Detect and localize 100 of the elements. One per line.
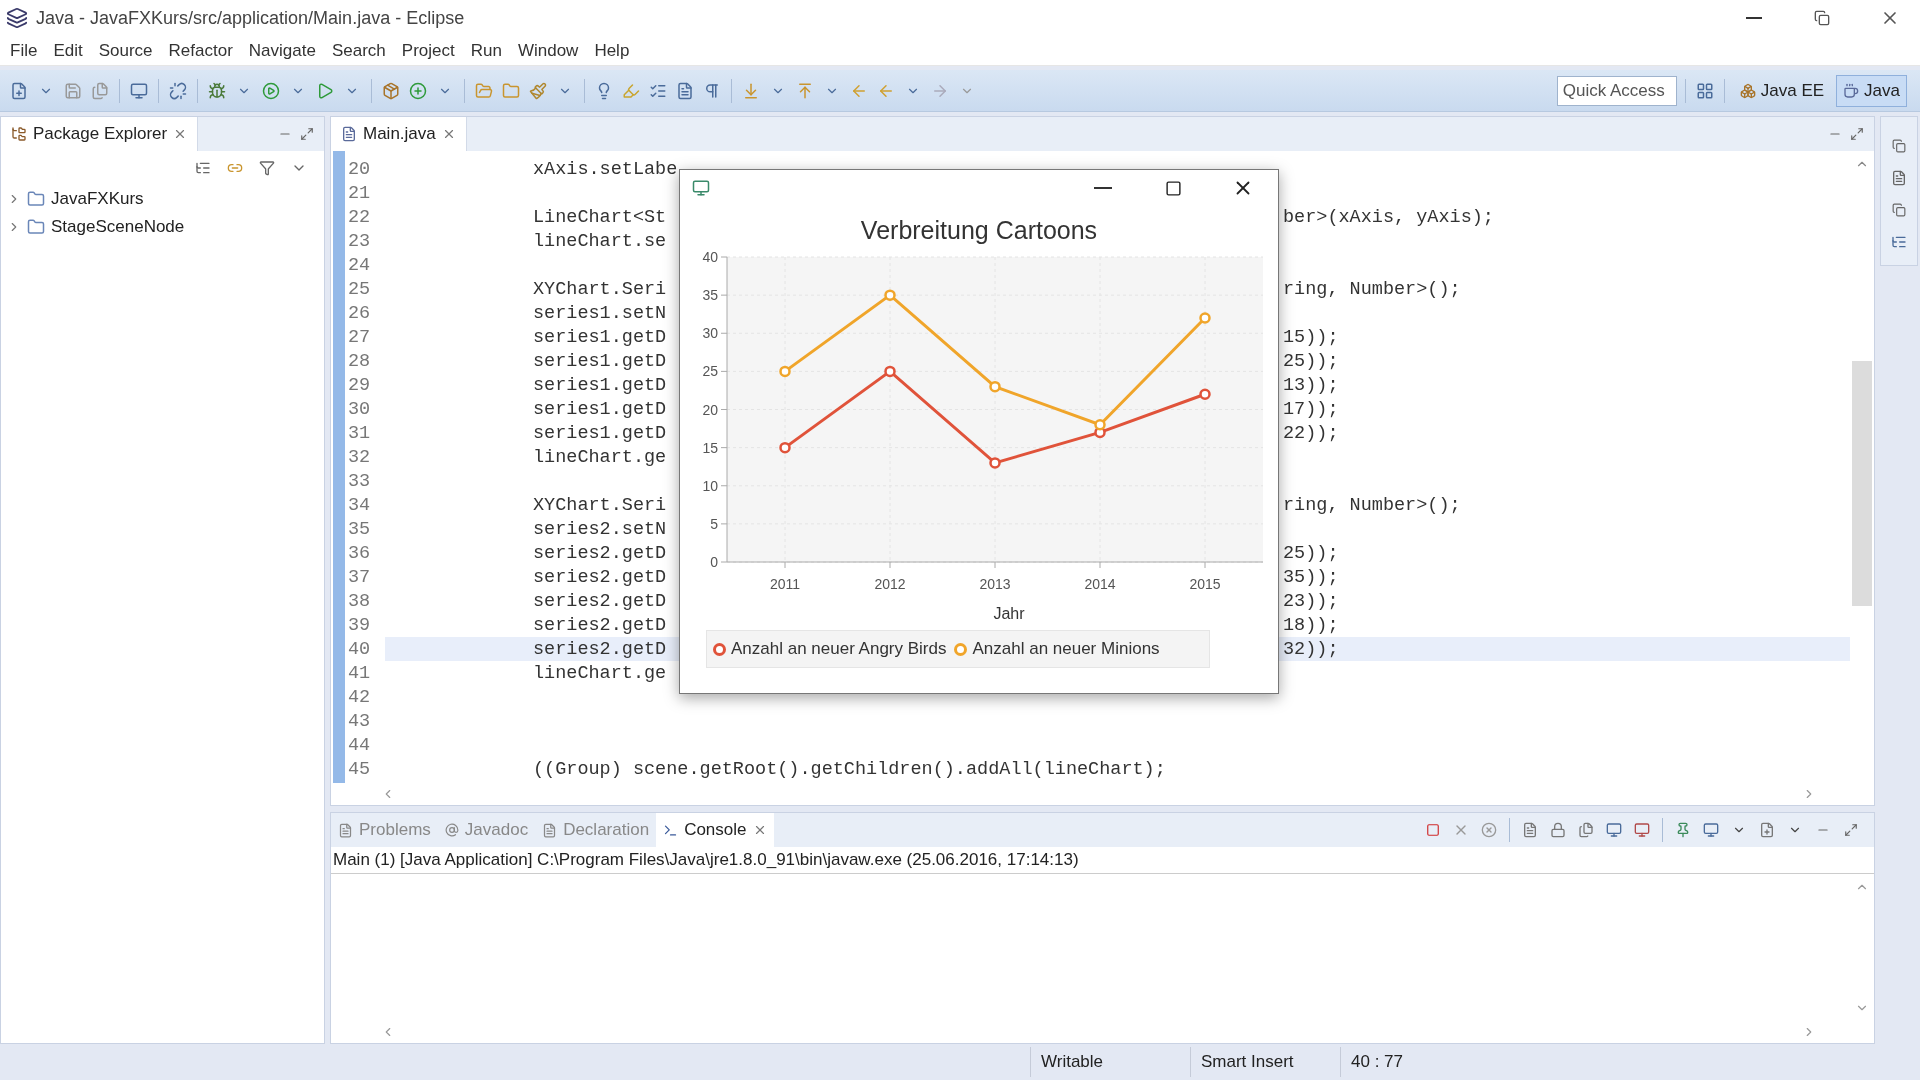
status-text: Writable [1030, 1047, 1190, 1077]
code-text: series2.getD [533, 614, 667, 636]
terminal-icon [663, 822, 679, 838]
data-point [884, 365, 896, 378]
document-icon [542, 822, 558, 838]
axis-label: 2015 [1189, 576, 1221, 592]
menu-item[interactable]: Help [586, 40, 638, 61]
menu-item[interactable]: Refactor [160, 40, 241, 61]
code-text: 35)); [1283, 566, 1339, 588]
code-text: series1.getD [533, 326, 667, 348]
code-text: series2.setN [533, 518, 667, 540]
axis-label: 30 [702, 325, 718, 342]
at-sign-icon [444, 823, 459, 837]
axis-label: 40 [702, 251, 718, 265]
line-number: 37 [347, 566, 372, 588]
line-number: 25 [347, 278, 372, 300]
app-icon [6, 7, 28, 29]
axis-label: 2011 [769, 576, 801, 592]
line-number: 23 [347, 230, 372, 252]
legend-marker [954, 642, 968, 656]
data-point [1199, 312, 1211, 324]
menu-item[interactable]: Source [90, 40, 161, 61]
axis-label: 35 [702, 287, 718, 304]
cup-icon [1843, 82, 1860, 99]
minimize-icon [1746, 17, 1762, 19]
axis-label: 5 [710, 515, 718, 532]
menu-item[interactable]: Run [462, 40, 510, 61]
code-text: series2.getD [533, 542, 667, 564]
axis-label: 2014 [1084, 576, 1116, 592]
axis-label: 20 [702, 401, 718, 418]
view-tab[interactable]: Package Explorer [1, 117, 199, 151]
line-number: 36 [347, 542, 372, 564]
line-number: 45 [347, 758, 372, 780]
code-text: 32)); [1283, 638, 1339, 660]
view-tab[interactable]: Console [656, 813, 774, 847]
code-text: lineChart.se [533, 230, 667, 252]
data-point [989, 380, 1001, 393]
code-text: XYChart.Seri [533, 494, 667, 516]
legend-label: Anzahl an neuer Angry Birds [731, 639, 947, 659]
code-text: 25)); [1283, 542, 1339, 564]
axis-label: 2013 [979, 576, 1011, 592]
data-point [1094, 419, 1106, 431]
line-number: 33 [347, 470, 372, 492]
data-point [779, 365, 791, 378]
tree-icon [11, 126, 27, 142]
axis-label: 0 [710, 554, 718, 570]
code-text: series2.getD [533, 638, 667, 660]
data-point [779, 441, 791, 454]
legend-marker [713, 642, 726, 656]
menu-item[interactable]: Window [509, 40, 587, 61]
code-text: 15)); [1283, 326, 1339, 348]
menu-item[interactable]: Project [393, 40, 463, 61]
line-number: 44 [347, 734, 372, 756]
menu-item[interactable]: Navigate [240, 40, 324, 61]
document-icon [338, 822, 353, 838]
boxes-icon [1739, 82, 1756, 99]
code-text: series2.getD [533, 566, 667, 588]
line-number: 22 [347, 206, 372, 228]
legend-label: Anzahl an neuer Minions [972, 639, 1160, 659]
data-point [989, 457, 1001, 469]
code-text: series1.getD [533, 374, 667, 396]
menu-item[interactable]: Search [323, 40, 394, 61]
window-title: Java - JavaFXKurs/src/application/Main.java - Eclipse [36, 7, 466, 29]
line-number: 40 [347, 638, 372, 660]
line-number: 27 [347, 326, 372, 348]
quick-access-field[interactable]: Quick Access [1556, 75, 1677, 106]
tree-item[interactable]: JavaFXKurs [51, 189, 144, 209]
chart-title: Verbreitung Cartoons [860, 216, 1098, 246]
line-number: 38 [347, 590, 372, 612]
line-number: 29 [347, 374, 372, 396]
perspective-button[interactable]: Java [1836, 74, 1907, 107]
code-text: 23)); [1283, 590, 1339, 612]
code-text: series1.getD [533, 350, 667, 372]
code-text: LineChart<St [533, 206, 667, 228]
line-number: 41 [347, 662, 372, 684]
data-point [1199, 388, 1211, 400]
code-text: 13)); [1283, 374, 1339, 396]
code-text: ber>(xAxis, yAxis); [1283, 206, 1494, 228]
axis-label: 15 [702, 439, 718, 456]
tree-item[interactable]: StageSceneNode [51, 217, 185, 237]
minimize-icon [1094, 187, 1112, 189]
line-number: 26 [347, 302, 372, 324]
document-icon [341, 126, 357, 142]
line-number: 24 [347, 254, 372, 276]
line-number: 39 [347, 614, 372, 636]
editor-tab[interactable]: Main.java [331, 117, 467, 151]
code-text: series1.getD [533, 422, 667, 444]
line-number: 20 [347, 158, 372, 180]
code-text: 25)); [1283, 350, 1339, 372]
menu-item[interactable]: File [2, 40, 46, 61]
restore-icon [1814, 10, 1830, 26]
code-text: lineChart.ge [533, 446, 667, 468]
line-number: 21 [347, 182, 372, 204]
axis-title: Jahr [993, 605, 1025, 622]
maximize-icon [1164, 179, 1182, 197]
scrollbar-thumb[interactable] [1852, 361, 1872, 606]
code-text: ring, Number>(); [1283, 278, 1461, 300]
perspective-button[interactable]: Java EE [1732, 74, 1832, 107]
menu-item[interactable]: Edit [45, 40, 91, 61]
code-text: series1.getD [533, 398, 667, 420]
